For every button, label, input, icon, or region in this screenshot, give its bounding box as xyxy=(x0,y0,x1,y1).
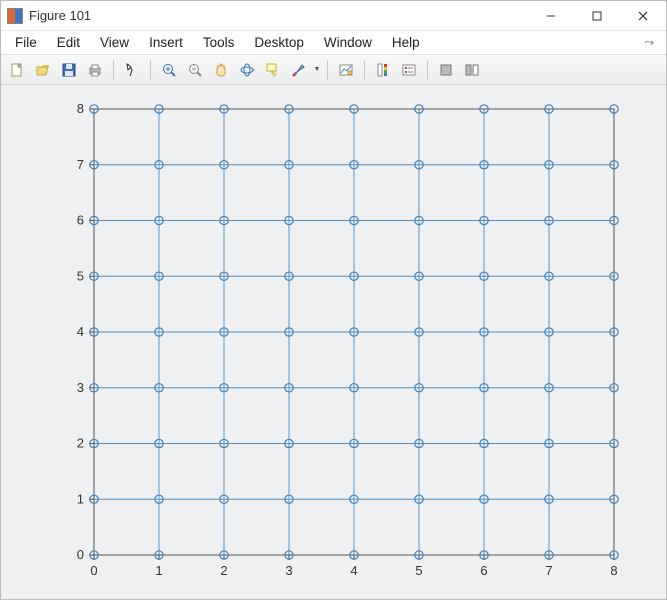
zoom-in-button[interactable] xyxy=(157,58,181,82)
rotate3d-button[interactable] xyxy=(235,58,259,82)
minimize-button[interactable] xyxy=(528,1,574,30)
menu-tools[interactable]: Tools xyxy=(193,33,245,52)
brush-dropdown-icon[interactable]: ▼ xyxy=(313,58,321,82)
data-cursor-button[interactable] xyxy=(261,58,285,82)
x-tick-label: 8 xyxy=(610,563,617,578)
x-tick-label: 2 xyxy=(220,563,227,578)
menu-view[interactable]: View xyxy=(90,33,139,52)
y-tick-label: 3 xyxy=(76,380,83,395)
toolbar-separator xyxy=(150,60,151,80)
link-plot-button[interactable] xyxy=(334,58,358,82)
menu-insert[interactable]: Insert xyxy=(139,33,193,52)
matlab-figure-icon xyxy=(7,8,23,24)
x-tick-label: 4 xyxy=(350,563,357,578)
print-button[interactable] xyxy=(83,58,107,82)
y-tick-label: 2 xyxy=(76,436,83,451)
menu-window[interactable]: Window xyxy=(314,33,382,52)
window-title: Figure 101 xyxy=(29,8,528,23)
open-button[interactable] xyxy=(31,58,55,82)
save-button[interactable] xyxy=(57,58,81,82)
title-bar: Figure 101 xyxy=(1,1,666,31)
zoom-out-button[interactable] xyxy=(183,58,207,82)
close-button[interactable] xyxy=(620,1,666,30)
y-tick-label: 0 xyxy=(76,547,83,562)
menu-overflow-icon[interactable]: ⤳ xyxy=(636,33,662,52)
y-tick-label: 7 xyxy=(76,157,83,172)
maximize-button[interactable] xyxy=(574,1,620,30)
toolbar-separator xyxy=(327,60,328,80)
pan-button[interactable] xyxy=(209,58,233,82)
x-tick-label: 1 xyxy=(155,563,162,578)
insert-legend-button[interactable] xyxy=(397,58,421,82)
figure-toolbar: ▼ xyxy=(1,55,666,85)
y-tick-label: 8 xyxy=(76,101,83,116)
brush-button[interactable] xyxy=(287,58,311,82)
edit-plot-button[interactable] xyxy=(120,58,144,82)
axes-plot: 0 1 2 3 4 5 6 7 8 0 1 2 3 4 5 6 7 8 xyxy=(39,97,629,587)
x-tick-label: 5 xyxy=(415,563,422,578)
x-tick-label: 7 xyxy=(545,563,552,578)
toolbar-separator xyxy=(113,60,114,80)
menu-bar: File Edit View Insert Tools Desktop Wind… xyxy=(1,31,666,55)
menu-edit[interactable]: Edit xyxy=(47,33,90,52)
menu-file[interactable]: File xyxy=(5,33,47,52)
toolbar-separator xyxy=(427,60,428,80)
show-plot-tools-button[interactable] xyxy=(460,58,484,82)
x-tick-label: 0 xyxy=(90,563,97,578)
hide-plot-tools-button[interactable] xyxy=(434,58,458,82)
insert-colorbar-button[interactable] xyxy=(371,58,395,82)
toolbar-separator xyxy=(364,60,365,80)
menu-desktop[interactable]: Desktop xyxy=(244,33,314,52)
x-tick-label: 3 xyxy=(285,563,292,578)
figure-client-area: 0 1 2 3 4 5 6 7 8 0 1 2 3 4 5 6 7 8 xyxy=(1,85,666,599)
y-tick-label: 5 xyxy=(76,268,83,283)
menu-help[interactable]: Help xyxy=(382,33,430,52)
y-tick-label: 4 xyxy=(76,324,83,339)
figure-window: Figure 101 File Edit View Insert Tools D… xyxy=(0,0,667,600)
x-tick-label: 6 xyxy=(480,563,487,578)
y-tick-label: 6 xyxy=(76,213,83,228)
axes[interactable]: 0 1 2 3 4 5 6 7 8 0 1 2 3 4 5 6 7 8 xyxy=(39,97,629,587)
y-tick-label: 1 xyxy=(76,491,83,506)
new-figure-button[interactable] xyxy=(5,58,29,82)
